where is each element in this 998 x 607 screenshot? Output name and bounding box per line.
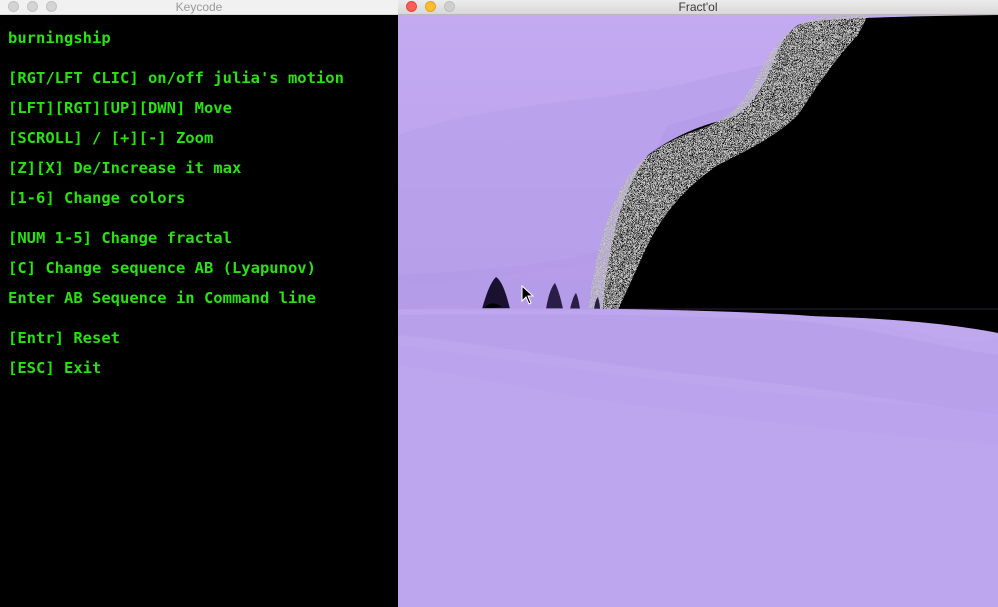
help-line-move: [LFT][RGT][UP][DWN] Move — [8, 99, 232, 117]
minimize-icon[interactable] — [27, 1, 38, 12]
minimize-icon[interactable] — [425, 1, 436, 12]
help-line-julia-motion: [RGT/LFT CLIC] on/off julia's motion — [8, 69, 344, 87]
help-line-sequence: [C] Change sequence AB (Lyapunov) — [8, 259, 316, 277]
fractol-window-title: Fract'ol — [678, 0, 718, 14]
arrow-cursor-icon — [521, 285, 535, 305]
zoom-icon[interactable] — [46, 1, 57, 12]
zoom-icon[interactable] — [444, 1, 455, 12]
fractal-canvas[interactable] — [398, 15, 998, 607]
help-line-exit: [ESC] Exit — [8, 359, 102, 377]
keycode-window: Keycode burningship [RGT/LFT CLIC] on/of… — [0, 0, 398, 607]
close-icon[interactable] — [8, 1, 19, 12]
help-line-zoom: [SCROLL] / [+][-] Zoom — [8, 129, 214, 147]
fractol-window: Fract'ol — [398, 0, 998, 607]
keycode-titlebar[interactable]: Keycode — [0, 0, 398, 15]
keycode-window-controls — [8, 1, 57, 12]
fractol-window-controls — [406, 1, 455, 12]
help-line-iterations: [Z][X] De/Increase it max — [8, 159, 242, 177]
fractal-name: burningship — [8, 29, 111, 47]
keycode-window-title: Keycode — [175, 0, 223, 14]
fractol-titlebar[interactable]: Fract'ol — [398, 0, 998, 15]
close-icon[interactable] — [406, 1, 417, 12]
help-line-reset: [Entr] Reset — [8, 329, 120, 347]
help-line-change-fractal: [NUM 1-5] Change fractal — [8, 229, 232, 247]
help-line-command-line: Enter AB Sequence in Command line — [8, 289, 316, 307]
help-line-colors: [1-6] Change colors — [8, 189, 186, 207]
